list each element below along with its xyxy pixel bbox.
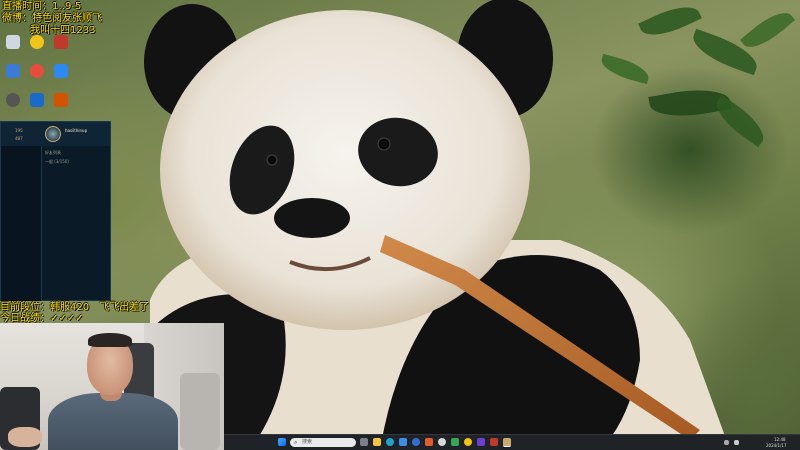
league-client-icon[interactable]: [503, 438, 511, 447]
desktop-icon[interactable]: [50, 64, 72, 90]
app-icon: [30, 93, 44, 107]
app-icon[interactable]: [438, 438, 446, 446]
panda-nose: [274, 198, 350, 238]
file-explorer-icon[interactable]: [373, 438, 381, 446]
task-view-icon[interactable]: [360, 438, 368, 446]
recycle-bin-icon: [6, 35, 20, 49]
panda-eye-right: [377, 137, 391, 151]
taskbar-clock-time[interactable]: 12:48: [774, 437, 786, 442]
desktop-icon[interactable]: [2, 35, 24, 61]
webcam-feed: [0, 323, 224, 450]
desktop-icon[interactable]: [2, 64, 24, 90]
taskbar-clock-date[interactable]: 2024/1/17: [766, 443, 787, 448]
avatar[interactable]: [45, 126, 61, 142]
desktop-icon[interactable]: [26, 64, 48, 90]
app-icon[interactable]: [425, 438, 433, 446]
desktop-icon[interactable]: [26, 93, 48, 119]
friend-group-row[interactable]: 一般 (3/150): [45, 159, 69, 165]
stream-time-text: 直播时间：1‥9-5: [2, 1, 82, 12]
client-side-column: [1, 146, 42, 301]
client-stat-1: 195: [15, 128, 23, 133]
taskbar-search-box[interactable]: ⌕ 搜索: [290, 438, 356, 447]
desktop-icon[interactable]: [50, 35, 72, 61]
store-icon[interactable]: [399, 438, 407, 446]
app-icon[interactable]: [464, 438, 472, 446]
game-client-window[interactable]: 195 487 hasiithinup 好友列表 一般 (3/150): [0, 121, 111, 301]
taskbar: ⌕ 搜索 12:48 2024/1/17: [224, 434, 800, 450]
webcam-person-hair: [88, 333, 132, 347]
client-stat-2: 487: [15, 136, 23, 141]
network-icon[interactable]: [734, 440, 739, 445]
app-icon: [30, 35, 44, 49]
app-icon[interactable]: [490, 438, 498, 446]
client-username: hasiithinup: [65, 128, 88, 133]
app-icon: [54, 93, 68, 107]
weibo-text: 微博：特色阅友张顺飞: [2, 13, 102, 24]
app-icon[interactable]: [412, 438, 420, 446]
start-button-icon[interactable]: [278, 438, 286, 446]
panda-eye-left: [266, 154, 278, 166]
desktop-icon[interactable]: [2, 93, 24, 119]
desktop-icon[interactable]: [50, 93, 72, 119]
app-icon: [6, 93, 20, 107]
app-icon[interactable]: [451, 438, 459, 446]
friend-list-header[interactable]: 好友列表: [45, 150, 61, 156]
search-icon: ⌕: [294, 439, 298, 446]
tray-icon[interactable]: [724, 440, 729, 445]
app-icon: [54, 64, 68, 78]
desktop-icon[interactable]: [26, 35, 48, 61]
app-icon: [6, 64, 20, 78]
app-icon: [30, 64, 44, 78]
taskbar-search-placeholder: 搜索: [302, 439, 313, 445]
edge-browser-icon[interactable]: [386, 438, 394, 446]
webcam-person-body: [48, 393, 178, 450]
app-icon: [54, 35, 68, 49]
app-icon[interactable]: [477, 438, 485, 446]
webcam-chair-right: [180, 373, 220, 450]
webcam-person-hand: [8, 427, 42, 447]
client-header: 195 487 hasiithinup: [1, 122, 110, 146]
